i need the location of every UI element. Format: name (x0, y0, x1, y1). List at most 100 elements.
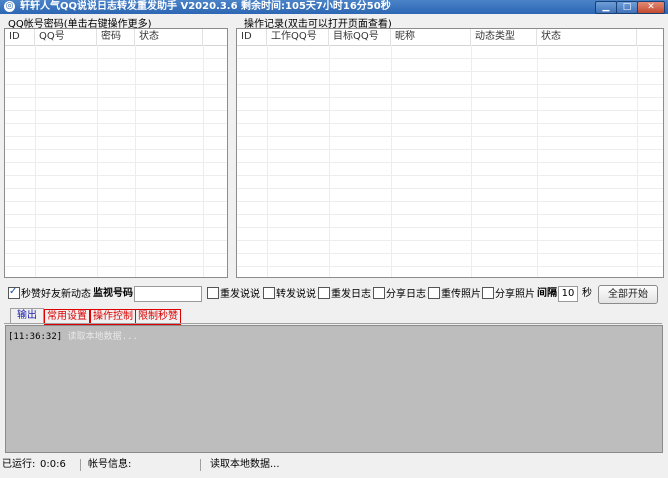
log-table-header: ID 工作QQ号 目标QQ号 昵称 动态类型 状态 (237, 29, 663, 46)
interval-label: 间隔 (537, 288, 557, 299)
monitor-qq-input[interactable] (134, 286, 202, 302)
grid-row-line (237, 110, 663, 111)
grid-row-line (5, 175, 227, 176)
grid-row-line (5, 266, 227, 267)
grid-row-line (5, 58, 227, 59)
like-friends-label: 秒赞好友新动态 (21, 289, 91, 300)
checkbox-box[interactable] (373, 287, 385, 299)
minimize-button[interactable]: ▁ (595, 1, 617, 14)
checkbox-box[interactable] (318, 287, 330, 299)
grid-row-line (5, 227, 227, 228)
interval-unit: 秒 (582, 288, 592, 299)
grid-row-line (5, 201, 227, 202)
tab-panel-border (4, 323, 662, 324)
app-icon: ◎ (4, 1, 15, 12)
accounts-col-status[interactable]: 状态 (135, 29, 203, 45)
grid-row-line (237, 97, 663, 98)
checkbox-box[interactable] (8, 285, 20, 299)
checkbox-box[interactable] (428, 287, 440, 299)
checkbox-box[interactable] (263, 287, 275, 299)
grid-row-line (5, 149, 227, 150)
accounts-col-qq[interactable]: QQ号 (35, 29, 97, 45)
status-divider (80, 459, 81, 471)
log-col-target-qq[interactable]: 目标QQ号 (329, 29, 391, 45)
title-bar: ◎ 轩轩人气QQ说说日志转发重发助手 V2020.3.6 剩余时间:105天7小… (0, 0, 668, 14)
grid-row-line (5, 97, 227, 98)
grid-col-line (135, 45, 136, 277)
grid-col-line (391, 45, 392, 277)
checkbox-box[interactable] (482, 287, 494, 299)
grid-row-line (237, 253, 663, 254)
option-share-photo[interactable]: 分享照片 (482, 287, 535, 301)
grid-row-line (5, 188, 227, 189)
accounts-table-header: ID QQ号 密码 状态 (5, 29, 227, 46)
grid-row-line (237, 214, 663, 215)
status-running-label: 已运行: (2, 459, 36, 470)
checkbox-box[interactable] (207, 287, 219, 299)
status-divider (200, 459, 201, 471)
grid-row-line (237, 201, 663, 202)
like-friends-checkbox[interactable]: 秒赞好友新动态 (8, 285, 91, 301)
option-label: 分享日志 (386, 289, 426, 300)
start-all-button[interactable]: 全部开始 (598, 285, 658, 304)
option-repost-log[interactable]: 重发日志 (318, 287, 371, 301)
maximize-button[interactable]: □ (616, 1, 638, 14)
option-label: 转发说说 (276, 289, 316, 300)
log-table[interactable]: ID 工作QQ号 目标QQ号 昵称 动态类型 状态 (236, 28, 664, 278)
grid-row-line (5, 84, 227, 85)
grid-row-line (5, 136, 227, 137)
tab-output[interactable]: 输出 (10, 308, 44, 324)
log-col-nickname[interactable]: 昵称 (391, 29, 471, 45)
grid-col-line (537, 45, 538, 277)
log-col-feed-type[interactable]: 动态类型 (471, 29, 537, 45)
grid-col-line (267, 45, 268, 277)
grid-row-line (237, 227, 663, 228)
grid-row-line (237, 162, 663, 163)
status-account-info: 帐号信息: (88, 459, 132, 470)
status-message: 读取本地数据... (210, 459, 280, 470)
grid-row-line (5, 123, 227, 124)
accounts-col-id[interactable]: ID (5, 29, 35, 45)
option-share-log[interactable]: 分享日志 (373, 287, 426, 301)
grid-col-line (471, 45, 472, 277)
interval-input[interactable]: 10 (558, 286, 578, 302)
grid-row-line (237, 84, 663, 85)
grid-row-line (5, 253, 227, 254)
grid-row-line (237, 188, 663, 189)
grid-col-line (329, 45, 330, 277)
option-forward-shuoshuo[interactable]: 转发说说 (263, 287, 316, 301)
grid-row-line (5, 214, 227, 215)
grid-row-line (237, 149, 663, 150)
log-timestamp: [11:36:32] (8, 332, 63, 342)
option-repost-shuoshuo[interactable]: 重发说说 (207, 287, 260, 301)
grid-row-line (237, 175, 663, 176)
grid-row-line (5, 71, 227, 72)
grid-col-line (637, 45, 638, 277)
status-running-value: 0:0:6 (40, 459, 66, 470)
option-label: 重发说说 (220, 289, 260, 300)
log-col-status[interactable]: 状态 (537, 29, 637, 45)
grid-row-line (237, 71, 663, 72)
grid-row-line (5, 162, 227, 163)
output-log-line: [11:36:32] 读取本地数据... (8, 329, 138, 342)
grid-col-line (203, 45, 204, 277)
option-label: 重发日志 (331, 289, 371, 300)
output-log[interactable]: [11:36:32] 读取本地数据... (5, 325, 663, 453)
grid-row-line (237, 58, 663, 59)
grid-row-line (5, 110, 227, 111)
status-bar: 已运行: 0:0:6 帐号信息: 读取本地数据... (0, 456, 668, 474)
accounts-table[interactable]: ID QQ号 密码 状态 (4, 28, 228, 278)
option-label: 重传照片 (441, 289, 481, 300)
grid-row-line (237, 266, 663, 267)
grid-row-line (237, 123, 663, 124)
accounts-col-password[interactable]: 密码 (97, 29, 135, 45)
option-reupload-photo[interactable]: 重传照片 (428, 287, 481, 301)
close-button[interactable]: ✕ (637, 1, 665, 14)
monitor-label: 监视号码: (93, 288, 137, 299)
grid-row-line (237, 240, 663, 241)
log-col-worker-qq[interactable]: 工作QQ号 (267, 29, 329, 45)
log-col-id[interactable]: ID (237, 29, 267, 45)
window-title: 轩轩人气QQ说说日志转发重发助手 V2020.3.6 剩余时间:105天7小时1… (20, 1, 391, 12)
grid-col-line (97, 45, 98, 277)
log-message: 读取本地数据... (67, 332, 138, 342)
